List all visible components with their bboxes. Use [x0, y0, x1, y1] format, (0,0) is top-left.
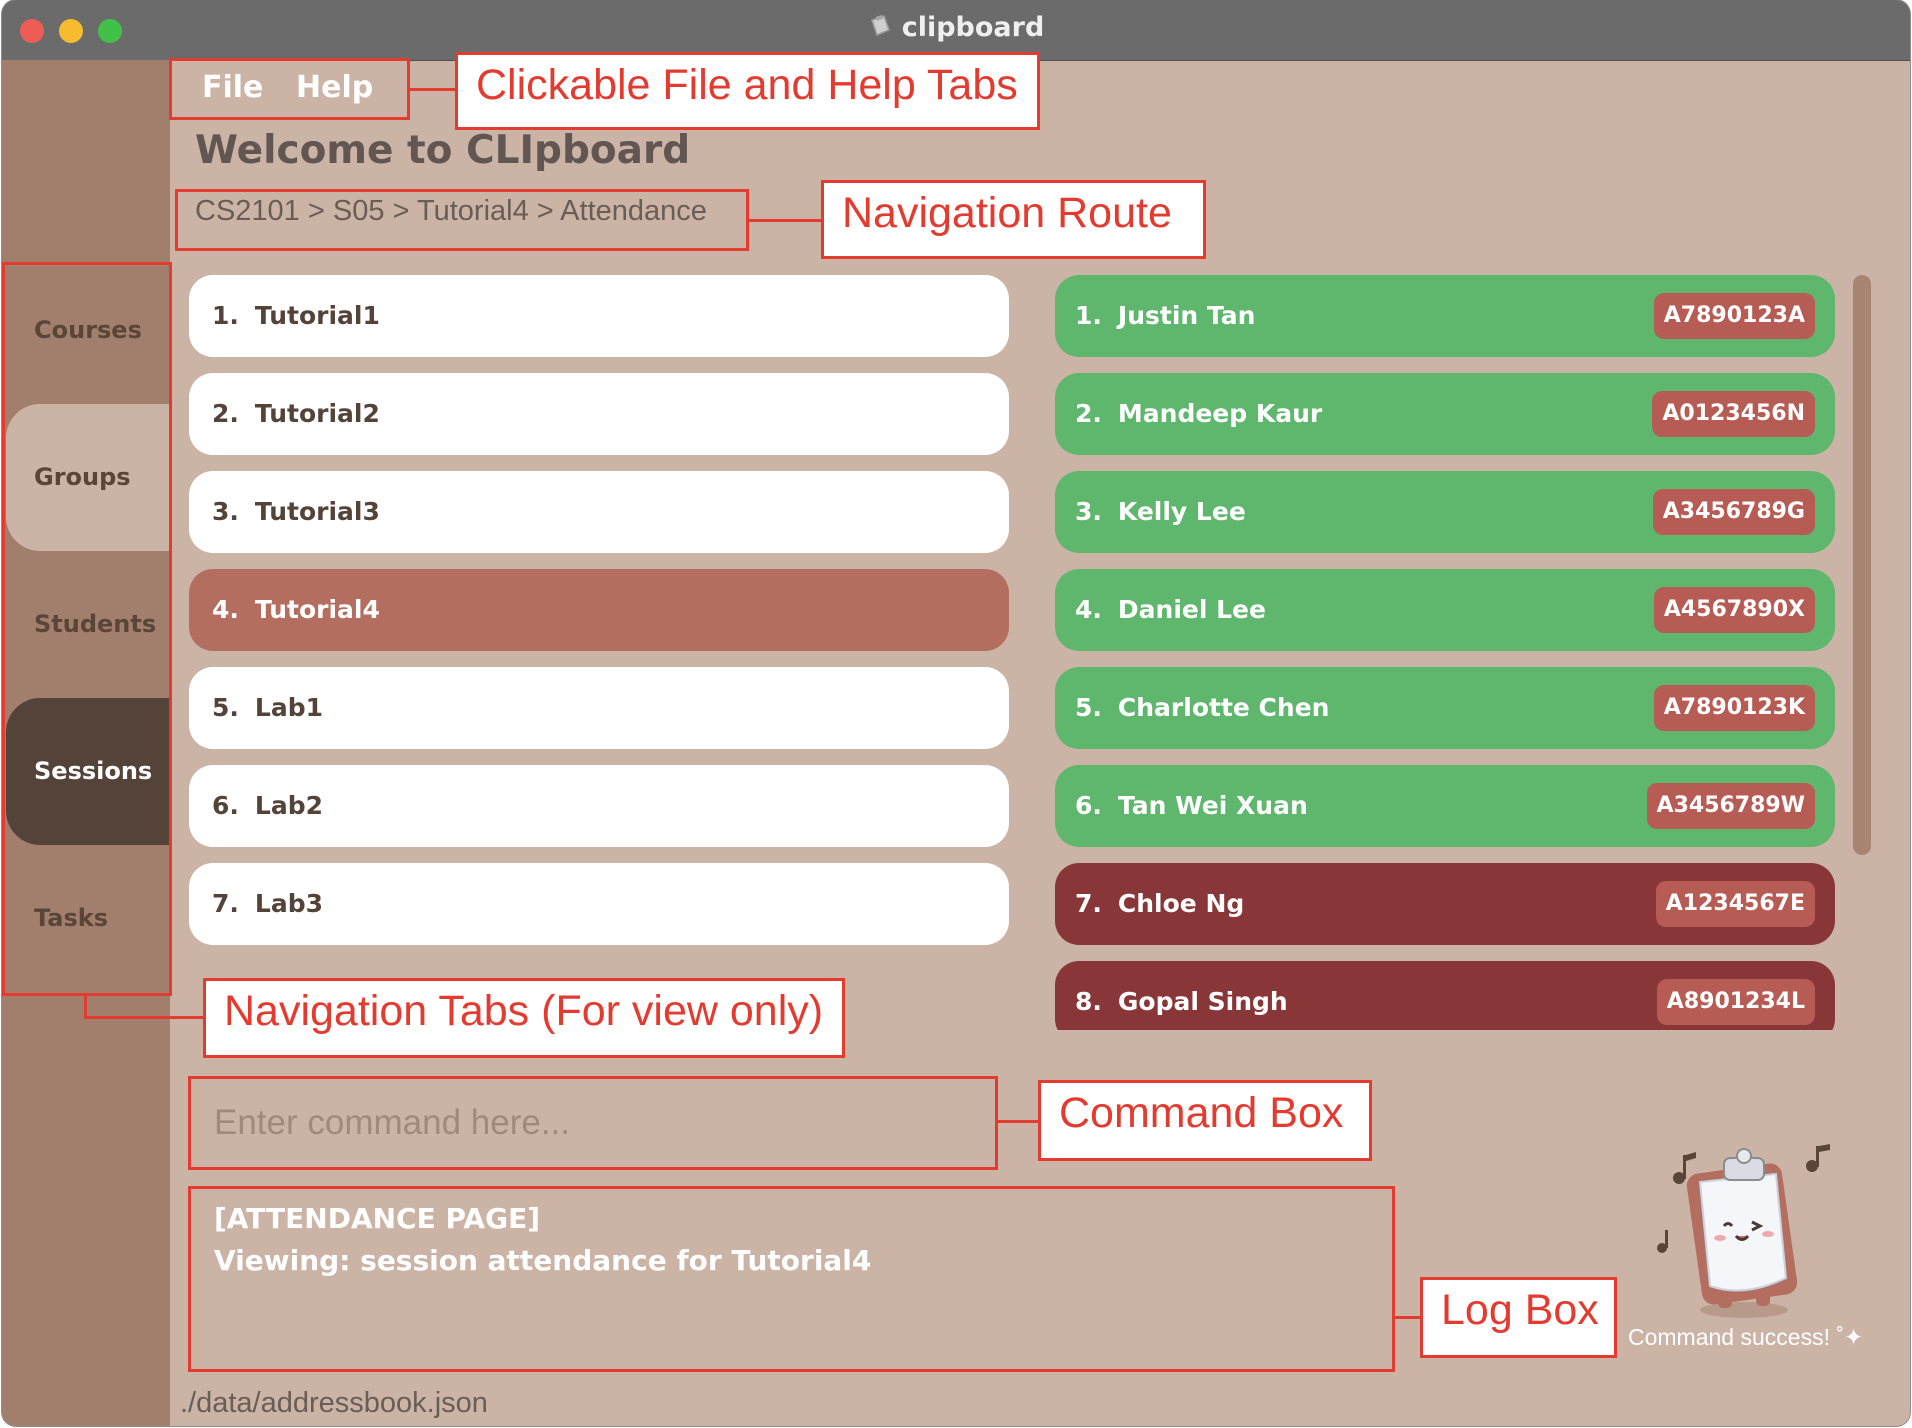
student-item-present[interactable]: 2. Mandeep Kaur A0123456N	[1055, 373, 1835, 455]
student-id-badge: A4567890X	[1653, 587, 1815, 633]
student-name: Tan Wei Xuan	[1117, 791, 1308, 820]
scrollbar-thumb[interactable]	[1853, 275, 1871, 855]
session-name: Lab1	[254, 693, 323, 722]
student-name: Kelly Lee	[1117, 497, 1246, 526]
session-name: Tutorial2	[254, 399, 380, 428]
student-index: 1.	[1075, 301, 1102, 330]
window-title: clipboard	[901, 12, 1045, 43]
student-item-absent[interactable]: 7. Chloe Ng A1234567E	[1055, 863, 1835, 945]
session-item[interactable]: 5. Lab1	[189, 667, 1009, 749]
session-item[interactable]: 6. Lab2	[189, 765, 1009, 847]
annotation-log-label: Log Box	[1420, 1277, 1617, 1358]
annotation-tabs-outline	[2, 262, 172, 996]
session-item[interactable]: 1. Tutorial1	[189, 275, 1009, 357]
clipboard-mascot-icon	[1657, 1144, 1830, 1318]
student-id-badge: A3456789W	[1646, 783, 1815, 829]
sparkle-icon: ˚✦	[1829, 1324, 1864, 1350]
student-id-badge: A0123456N	[1652, 391, 1815, 437]
student-index: 8.	[1075, 987, 1102, 1016]
student-name: Charlotte Chen	[1117, 693, 1330, 722]
student-item-present[interactable]: 4. Daniel Lee A4567890X	[1055, 569, 1835, 651]
session-index: 7.	[212, 889, 239, 918]
clipboard-icon	[870, 15, 890, 37]
student-item-absent[interactable]: 8. Gopal Singh A8901234L	[1055, 961, 1835, 1030]
annotation-file-help-label: Clickable File and Help Tabs	[455, 52, 1040, 130]
student-index: 6.	[1075, 791, 1102, 820]
student-id-badge: A3456789G	[1652, 489, 1815, 535]
student-id-badge: A1234567E	[1655, 881, 1815, 927]
session-item[interactable]: 7. Lab3	[189, 863, 1009, 945]
session-name: Tutorial1	[254, 301, 380, 330]
page-title: Welcome to CLIpboard	[195, 128, 691, 173]
student-index: 4.	[1075, 595, 1102, 624]
annotation-file-help-outline	[169, 58, 410, 120]
session-item[interactable]: 3. Tutorial3	[189, 471, 1009, 553]
student-id-badge: A7890123A	[1653, 293, 1815, 339]
session-index: 5.	[212, 693, 239, 722]
student-index: 5.	[1075, 693, 1102, 722]
annotation-connector	[84, 996, 87, 1018]
command-status-label: Command success!	[1628, 1324, 1830, 1350]
student-item-present[interactable]: 6. Tan Wei Xuan A3456789W	[1055, 765, 1835, 847]
command-status-text: Command success! ˚✦	[1628, 1324, 1863, 1351]
student-index: 2.	[1075, 399, 1102, 428]
student-name: Justin Tan	[1117, 301, 1256, 330]
student-id-badge: A8901234L	[1656, 979, 1815, 1025]
status-bar-file-path: ./data/addressbook.json	[180, 1387, 488, 1419]
student-name: Daniel Lee	[1117, 595, 1266, 624]
session-index: 3.	[212, 497, 239, 526]
session-name: Lab2	[254, 791, 323, 820]
annotation-tabs-label: Navigation Tabs (For view only)	[203, 978, 845, 1058]
student-item-present[interactable]: 3. Kelly Lee A3456789G	[1055, 471, 1835, 553]
student-id-badge: A7890123K	[1653, 685, 1815, 731]
session-item[interactable]: 2. Tutorial2	[189, 373, 1009, 455]
annotation-command-label: Command Box	[1038, 1080, 1372, 1161]
annotation-connector	[749, 219, 821, 222]
annotation-command-outline	[188, 1076, 998, 1170]
student-attendance-list: 1. Justin Tan A7890123A 2. Mandeep Kaur A012…	[1055, 275, 1835, 1030]
session-name: Tutorial3	[254, 497, 380, 526]
annotation-connector	[410, 88, 455, 91]
annotation-log-outline	[188, 1186, 1395, 1372]
annotation-route-label: Navigation Route	[821, 180, 1206, 259]
session-item-selected[interactable]: 4. Tutorial4	[189, 569, 1009, 651]
session-index: 6.	[212, 791, 239, 820]
annotation-route-outline	[175, 189, 749, 251]
student-name: Gopal Singh	[1117, 987, 1288, 1016]
session-index: 1.	[212, 301, 239, 330]
student-index: 7.	[1075, 889, 1102, 918]
annotation-connector	[84, 1016, 204, 1019]
student-name: Mandeep Kaur	[1117, 399, 1323, 428]
session-index: 2.	[212, 399, 239, 428]
student-index: 3.	[1075, 497, 1102, 526]
window-title-wrap: clipboard	[2, 12, 1910, 43]
student-name: Chloe Ng	[1117, 889, 1245, 918]
student-item-present[interactable]: 1. Justin Tan A7890123A	[1055, 275, 1835, 357]
session-index: 4.	[212, 595, 239, 624]
session-name: Tutorial4	[254, 595, 380, 624]
annotation-connector	[1395, 1316, 1421, 1319]
session-name: Lab3	[254, 889, 323, 918]
annotation-connector	[998, 1120, 1038, 1123]
student-list-scrollbar[interactable]	[1853, 275, 1871, 855]
student-item-present[interactable]: 5. Charlotte Chen A7890123K	[1055, 667, 1835, 749]
